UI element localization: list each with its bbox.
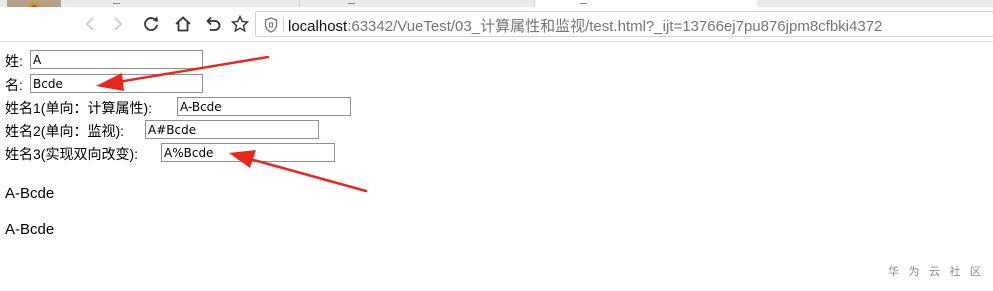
full-name-2-label: 姓名2(单向：监视): (5, 123, 124, 139)
forward-icon (114, 17, 123, 31)
full-name-3-input[interactable] (161, 143, 335, 162)
browser-tab-active[interactable] (535, 0, 757, 7)
tab-title-fragment (348, 3, 355, 4)
forward-button[interactable] (105, 11, 131, 37)
full-name-3-label: 姓名3(实现双向改变): (5, 146, 138, 162)
url-path: :63342/VueTest/03_计算属性和监视/test.html?_ijt… (347, 18, 883, 35)
browser-tab[interactable] (65, 0, 300, 7)
surname-input[interactable] (30, 50, 203, 69)
bookmark-button[interactable] (227, 11, 253, 37)
url-text: localhost:63342/VueTest/03_计算属性和监视/test.… (288, 15, 882, 36)
full-name-1-input[interactable] (177, 97, 351, 116)
home-button[interactable] (170, 11, 196, 37)
annotation-arrows (96, 55, 368, 193)
computed-output-2: A-Bcde (5, 221, 55, 238)
given-name-input[interactable] (30, 74, 203, 93)
tab-strip (0, 0, 993, 7)
shield-icon (264, 17, 278, 33)
full-name-1-label: 姓名1(单向：计算属性): (5, 100, 152, 116)
tab-title-fragment (113, 3, 120, 4)
browser-tab[interactable] (300, 0, 535, 7)
computed-output-1: A-Bcde (5, 185, 55, 202)
surname-label: 姓: (5, 53, 23, 69)
undo-icon (206, 16, 221, 31)
url-host: localhost (288, 18, 348, 35)
full-name-2-input[interactable] (145, 120, 319, 139)
browser-toolbar: localhost:63342/VueTest/03_计算属性和监视/test.… (0, 7, 993, 42)
back-button[interactable] (77, 11, 103, 37)
back-icon (85, 17, 94, 31)
reload-icon (144, 16, 158, 31)
given-name-label: 名: (5, 77, 23, 93)
undo-button[interactable] (200, 11, 226, 37)
reload-button[interactable] (138, 11, 164, 37)
address-separator (283, 17, 284, 32)
watermark: 华 为 云 社 区 (888, 265, 984, 278)
address-bar[interactable]: localhost:63342/VueTest/03_计算属性和监视/test.… (255, 11, 993, 37)
home-icon (175, 16, 191, 32)
star-icon (231, 15, 249, 33)
tab-title-fragment (580, 3, 587, 4)
